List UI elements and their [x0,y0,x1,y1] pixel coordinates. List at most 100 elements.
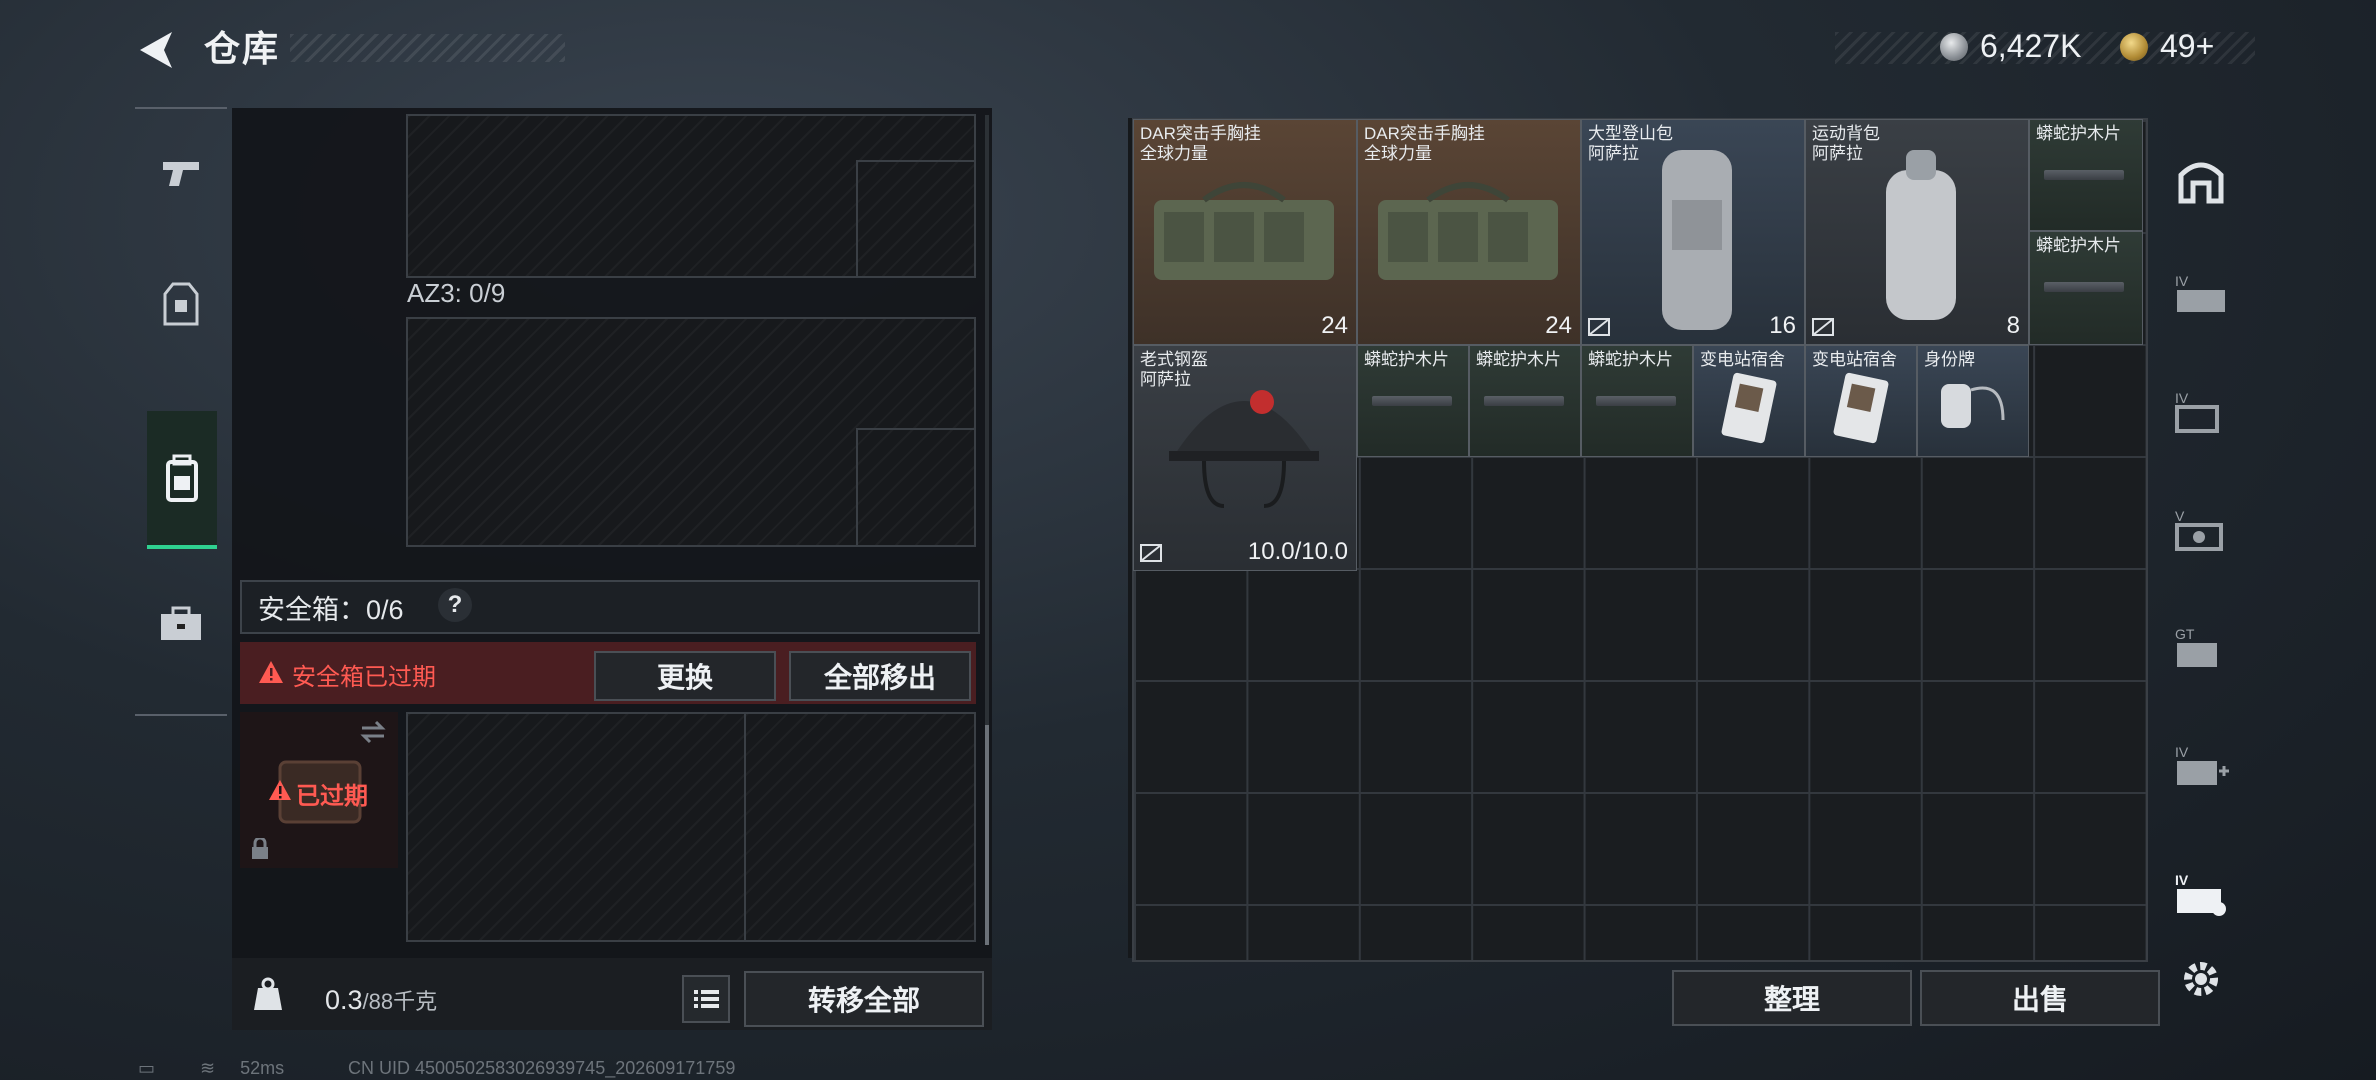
inventory-item[interactable]: 身份牌 [1917,345,2029,457]
user-uid: CN UID 4500502583026939745_202609171759 [348,1058,736,1078]
storage-tab-1[interactable]: IV [2170,263,2232,325]
no-insure-icon [1812,318,1834,336]
az3-slot-cell[interactable] [856,428,976,547]
inventory-item[interactable]: 变电站宿舍 [1693,345,1805,457]
no-insure-icon [1588,318,1610,336]
safe-box-slot-grid-2[interactable] [744,712,976,942]
item-name: 身份牌 [1924,350,1975,369]
item-count: 16 [1769,312,1796,339]
item-count: 24 [1545,312,1572,339]
replace-button[interactable]: 更换 [594,651,776,701]
storage-iv-icon: IV [2175,273,2225,312]
warning-icon [259,661,283,683]
safe-box-capacity-label: 安全箱：0/6 [258,595,404,625]
help-button[interactable]: ? [438,588,472,622]
item-name: 变电站宿舍 [1812,350,1897,369]
status-bar: ▭ ≋ 52ms [138,1058,284,1079]
expired-warning-text: 安全箱已过期 [292,664,436,691]
weight-icon [254,977,282,1010]
back-arrow-icon [140,32,172,68]
inventory-item[interactable]: 蟒蛇护木片 [2029,119,2143,231]
storage-tab-4[interactable]: GT [2170,616,2232,678]
home-button[interactable] [2170,148,2232,210]
home-icon [2178,162,2224,204]
inventory-item[interactable]: 蟒蛇护木片 [1469,345,1581,457]
swap-icon[interactable] [358,720,388,744]
item-name: 变电站宿舍 [1700,350,1785,369]
plank-image [1372,396,1452,406]
storage-tab-3[interactable]: V [2170,498,2232,560]
inventory-item[interactable]: 变电站宿舍 [1805,345,1917,457]
weight-max: /88千克 [362,989,438,1014]
item-name: 蟒蛇护木片 [1364,350,1449,369]
keycard-image [1721,372,1777,444]
no-insure-icon [1140,544,1162,562]
settings-gear-icon [2184,962,2218,996]
plank-image [1596,396,1676,406]
item-name: 蟒蛇护木片 [2036,236,2121,255]
sort-button[interactable]: 整理 [1672,970,1912,1026]
weight-readout: 0.3/88千克 [325,984,437,1016]
remove-all-button[interactable]: 全部移出 [789,651,971,701]
inventory-item[interactable]: 蟒蛇护木片 [1581,345,1693,457]
storage-tab-6[interactable]: IV [2170,862,2232,924]
tab-armor[interactable] [135,239,227,369]
az3-capacity-label: AZ3: 0/9 [407,278,506,308]
item-count: 24 [1321,312,1348,339]
gold-currency-value[interactable]: 49+ [2160,28,2214,65]
silver-currency-value: 6,427K [1980,28,2082,64]
inventory-item[interactable]: 大型登山包 阿萨拉 16 [1581,119,1805,345]
category-tabs [135,107,227,716]
item-name: DAR突击手胸挂 全球力量 [1364,124,1485,163]
plank-image [2044,282,2124,292]
briefcase-icon [161,606,201,640]
storage-gt-icon: GT [2175,626,2217,667]
item-name: 蟒蛇护木片 [1588,350,1673,369]
container-slot-cell[interactable] [856,160,976,278]
pistol-icon [163,162,199,186]
inventory-item[interactable]: 运动背包 阿萨拉 8 [1805,119,2029,345]
inventory-item[interactable]: 蟒蛇护木片 [2029,231,2143,345]
battery-icon: ▭ [138,1058,156,1078]
list-icon [694,990,719,1008]
storage-tab-5[interactable]: IV [2170,734,2232,796]
transfer-all-button[interactable]: 转移全部 [744,971,984,1027]
storage-iv-2-icon: IV [2175,390,2219,433]
tab-weapons[interactable] [135,109,227,239]
tab-backpack[interactable] [147,411,217,549]
svg-text:IV: IV [2175,390,2189,406]
tab-case[interactable] [135,559,227,689]
back-button[interactable] [132,26,180,74]
gold-coin-icon [2120,33,2148,61]
storage-iv-active-icon: IV [2175,872,2226,916]
item-name: 蟒蛇护木片 [2036,124,2121,143]
safe-box-slot-grid[interactable] [406,712,746,942]
sport-backpack-image [1886,150,1956,320]
settings-button[interactable] [2170,948,2232,1010]
chest-rig-image [1154,182,1334,280]
vest-icon [163,282,199,326]
sell-button[interactable]: 出售 [1920,970,2160,1026]
item-durability: 10.0/10.0 [1247,538,1348,565]
item-name: DAR突击手胸挂 全球力量 [1140,124,1261,163]
item-name: 蟒蛇护木片 [1476,350,1561,369]
item-name: 运动背包 阿萨拉 [1812,124,1880,163]
loadout-scrollbar-thumb[interactable] [985,725,989,945]
storage-tab-2[interactable]: IV [2170,380,2232,442]
title-decoration [290,34,565,62]
safe-box-expired-label: 已过期 [296,783,368,810]
mountain-backpack-image [1662,150,1732,330]
page-title: 仓库 [204,28,281,69]
inventory-item[interactable]: DAR突击手胸挂 全球力量 24 [1357,119,1581,345]
list-view-button[interactable] [682,975,730,1023]
plank-image [1484,396,1564,406]
inventory-item[interactable]: 老式钢盔 阿萨拉 10.0/10.0 [1133,345,1357,571]
inventory-item[interactable]: DAR突击手胸挂 全球力量 24 [1133,119,1357,345]
dogtag-image [1941,384,2005,428]
inventory-item[interactable]: 蟒蛇护木片 [1357,345,1469,457]
storage-tabs: IV IV V GT IV IV [2162,118,2240,998]
storage-v-icon: V [2175,508,2223,551]
plank-image [2044,170,2124,180]
svg-text:IV: IV [2175,273,2189,289]
weight-value: 0.3 [325,985,363,1015]
